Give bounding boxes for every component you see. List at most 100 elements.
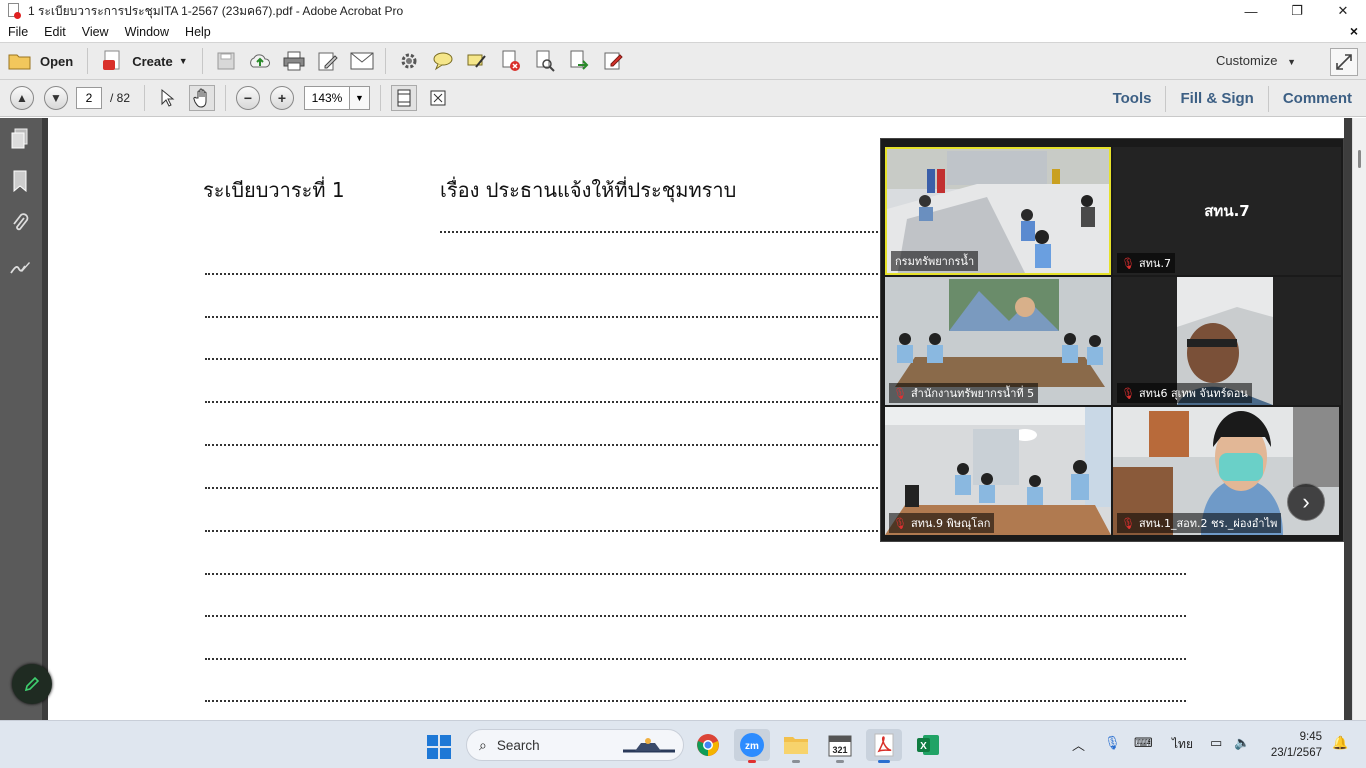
cloud-upload-icon[interactable] bbox=[247, 48, 273, 74]
tab-fill-sign[interactable]: Fill & Sign bbox=[1165, 85, 1267, 112]
title-bar: 1 ระเบียบวาระการประชุมITA 1-2567 (23มค67… bbox=[0, 0, 1366, 22]
zoom-icon[interactable]: zm bbox=[734, 729, 770, 763]
chevron-down-icon: ▼ bbox=[178, 56, 188, 66]
create-label: Create bbox=[132, 53, 173, 69]
close-document-button[interactable]: × bbox=[1350, 23, 1358, 39]
zoom-level-input[interactable]: 143% bbox=[304, 86, 351, 110]
bookmark-icon[interactable] bbox=[9, 170, 31, 192]
export-page-icon[interactable] bbox=[566, 48, 592, 74]
search-highlight-icon bbox=[623, 738, 675, 753]
participant-tile[interactable]: กรมทรัพยากรน้ำ bbox=[885, 147, 1111, 275]
navigation-toolbar: ▲ ▼ 2 / 82 − + 143% ▼ Tools Fill & Sign … bbox=[0, 80, 1366, 117]
keyboard-icon[interactable]: ⌨ bbox=[1134, 735, 1153, 751]
signature-icon[interactable] bbox=[9, 256, 31, 278]
arrow-down-icon: ▼ bbox=[50, 91, 62, 105]
dotted-line bbox=[205, 658, 1186, 660]
search-label: Search bbox=[496, 737, 540, 753]
next-page-button[interactable]: ▼ bbox=[44, 86, 68, 110]
participant-tile[interactable]: 🎙 สำนักงานทรัพยากรน้ำที่ 5 bbox=[885, 277, 1111, 405]
participant-tile[interactable]: 🎙 สทน.1_สอท.2 ชร._ผ่องอำไพ › bbox=[1113, 407, 1339, 535]
separator bbox=[384, 48, 386, 74]
minimize-button[interactable]: — bbox=[1228, 0, 1274, 22]
folder-icon bbox=[8, 54, 31, 70]
acrobat-icon[interactable] bbox=[866, 729, 902, 763]
gear-icon[interactable] bbox=[396, 48, 422, 74]
taskbar-search[interactable]: ⌕ Search bbox=[466, 729, 684, 761]
participant-tile[interactable]: 🎙 สทน.9 พิษณุโลก bbox=[885, 407, 1111, 535]
previous-page-button[interactable]: ▲ bbox=[10, 86, 34, 110]
select-text-icon[interactable] bbox=[155, 85, 181, 111]
chevron-down-icon: ▼ bbox=[355, 93, 364, 103]
volume-icon[interactable]: 🔈 bbox=[1234, 735, 1250, 751]
document-search-icon[interactable] bbox=[532, 48, 558, 74]
pencil-icon bbox=[24, 676, 40, 692]
windows-start-icon[interactable] bbox=[427, 735, 451, 759]
page-total: / 82 bbox=[110, 91, 131, 105]
zoom-in-button[interactable]: + bbox=[270, 86, 295, 110]
microphone-icon[interactable]: 🎙 bbox=[1104, 735, 1121, 751]
full-screen-icon[interactable] bbox=[425, 85, 451, 111]
video-meeting-gallery[interactable]: กรมทรัพยากรน้ำ สทน.7 🎙 สทน.7 🎙 สำนักงานทรั… bbox=[880, 138, 1344, 542]
arrow-up-icon: ▲ bbox=[16, 91, 28, 105]
edit-floating-button[interactable] bbox=[12, 664, 52, 704]
dotted-line bbox=[205, 700, 1186, 702]
fit-page-icon[interactable] bbox=[391, 85, 418, 111]
page-thumbnails-icon[interactable] bbox=[9, 128, 31, 150]
main-toolbar: Open Create ▼ Customize ▼ bbox=[0, 42, 1366, 80]
email-icon[interactable] bbox=[349, 48, 375, 74]
menu-file[interactable]: File bbox=[0, 25, 36, 39]
chrome-icon[interactable] bbox=[690, 729, 726, 761]
comment-bubble-icon[interactable] bbox=[430, 48, 456, 74]
excel-icon[interactable]: X bbox=[910, 729, 946, 761]
clock[interactable]: 9:45 23/1/2567 bbox=[1271, 729, 1322, 761]
separator bbox=[201, 48, 203, 74]
create-button[interactable]: Create ▼ bbox=[94, 46, 195, 76]
restore-button[interactable]: ❐ bbox=[1274, 0, 1320, 22]
svg-text:zm: zm bbox=[745, 741, 759, 752]
open-label: Open bbox=[40, 53, 74, 69]
calendar-app-icon[interactable]: 321 bbox=[822, 729, 858, 763]
sign-document-icon[interactable] bbox=[600, 48, 626, 74]
highlight-icon[interactable] bbox=[464, 48, 490, 74]
agenda-topic: เรื่อง ประธานแจ้งให้ที่ประชุมทราบ bbox=[440, 178, 737, 202]
tab-comment[interactable]: Comment bbox=[1267, 85, 1366, 112]
customize-label: Customize bbox=[1216, 53, 1278, 68]
menu-help[interactable]: Help bbox=[177, 25, 219, 39]
chevron-down-icon: ▼ bbox=[1287, 57, 1296, 67]
plus-icon: + bbox=[277, 90, 287, 106]
network-icon[interactable]: ▭ bbox=[1210, 735, 1222, 751]
save-icon[interactable] bbox=[213, 48, 239, 74]
menu-view[interactable]: View bbox=[74, 25, 117, 39]
hand-tool-icon[interactable] bbox=[189, 85, 216, 111]
scrollbar-thumb[interactable] bbox=[1358, 150, 1361, 168]
notification-bell-icon[interactable]: 🔔 bbox=[1332, 735, 1348, 751]
clock-time: 9:45 bbox=[1299, 731, 1322, 743]
attachment-icon[interactable] bbox=[9, 212, 31, 234]
zoom-dropdown-button[interactable]: ▼ bbox=[350, 86, 371, 110]
dotted-line bbox=[205, 615, 1186, 617]
window-controls: — ❐ ✕ bbox=[1228, 0, 1366, 22]
acrobat-pdf-icon bbox=[6, 3, 22, 19]
expand-icon[interactable] bbox=[1330, 48, 1358, 76]
participant-tile[interactable]: 🎙 สทน6 สุเทพ จันทร์ดอน bbox=[1113, 277, 1341, 405]
file-explorer-icon[interactable] bbox=[778, 729, 814, 763]
menu-window[interactable]: Window bbox=[117, 25, 177, 39]
vertical-scrollbar[interactable] bbox=[1352, 118, 1366, 720]
participant-tile[interactable]: สทน.7 🎙 สทน.7 bbox=[1113, 147, 1341, 275]
separator bbox=[380, 85, 382, 111]
dotted-line bbox=[205, 573, 1186, 575]
zoom-out-button[interactable]: − bbox=[236, 86, 261, 110]
menu-edit[interactable]: Edit bbox=[36, 25, 74, 39]
print-icon[interactable] bbox=[281, 48, 307, 74]
page-number-input[interactable]: 2 bbox=[76, 87, 102, 109]
language-indicator[interactable]: ไทย bbox=[1172, 735, 1193, 754]
tab-tools[interactable]: Tools bbox=[1099, 86, 1166, 112]
edit-document-icon[interactable] bbox=[315, 48, 341, 74]
chevron-right-icon[interactable]: › bbox=[1287, 483, 1325, 521]
chevron-up-icon[interactable]: ︿ bbox=[1072, 735, 1085, 754]
close-window-button[interactable]: ✕ bbox=[1320, 0, 1366, 22]
separator bbox=[225, 85, 227, 111]
delete-page-icon[interactable] bbox=[498, 48, 524, 74]
customize-dropdown[interactable]: Customize ▼ bbox=[1216, 53, 1296, 68]
open-button[interactable]: Open bbox=[0, 46, 81, 76]
